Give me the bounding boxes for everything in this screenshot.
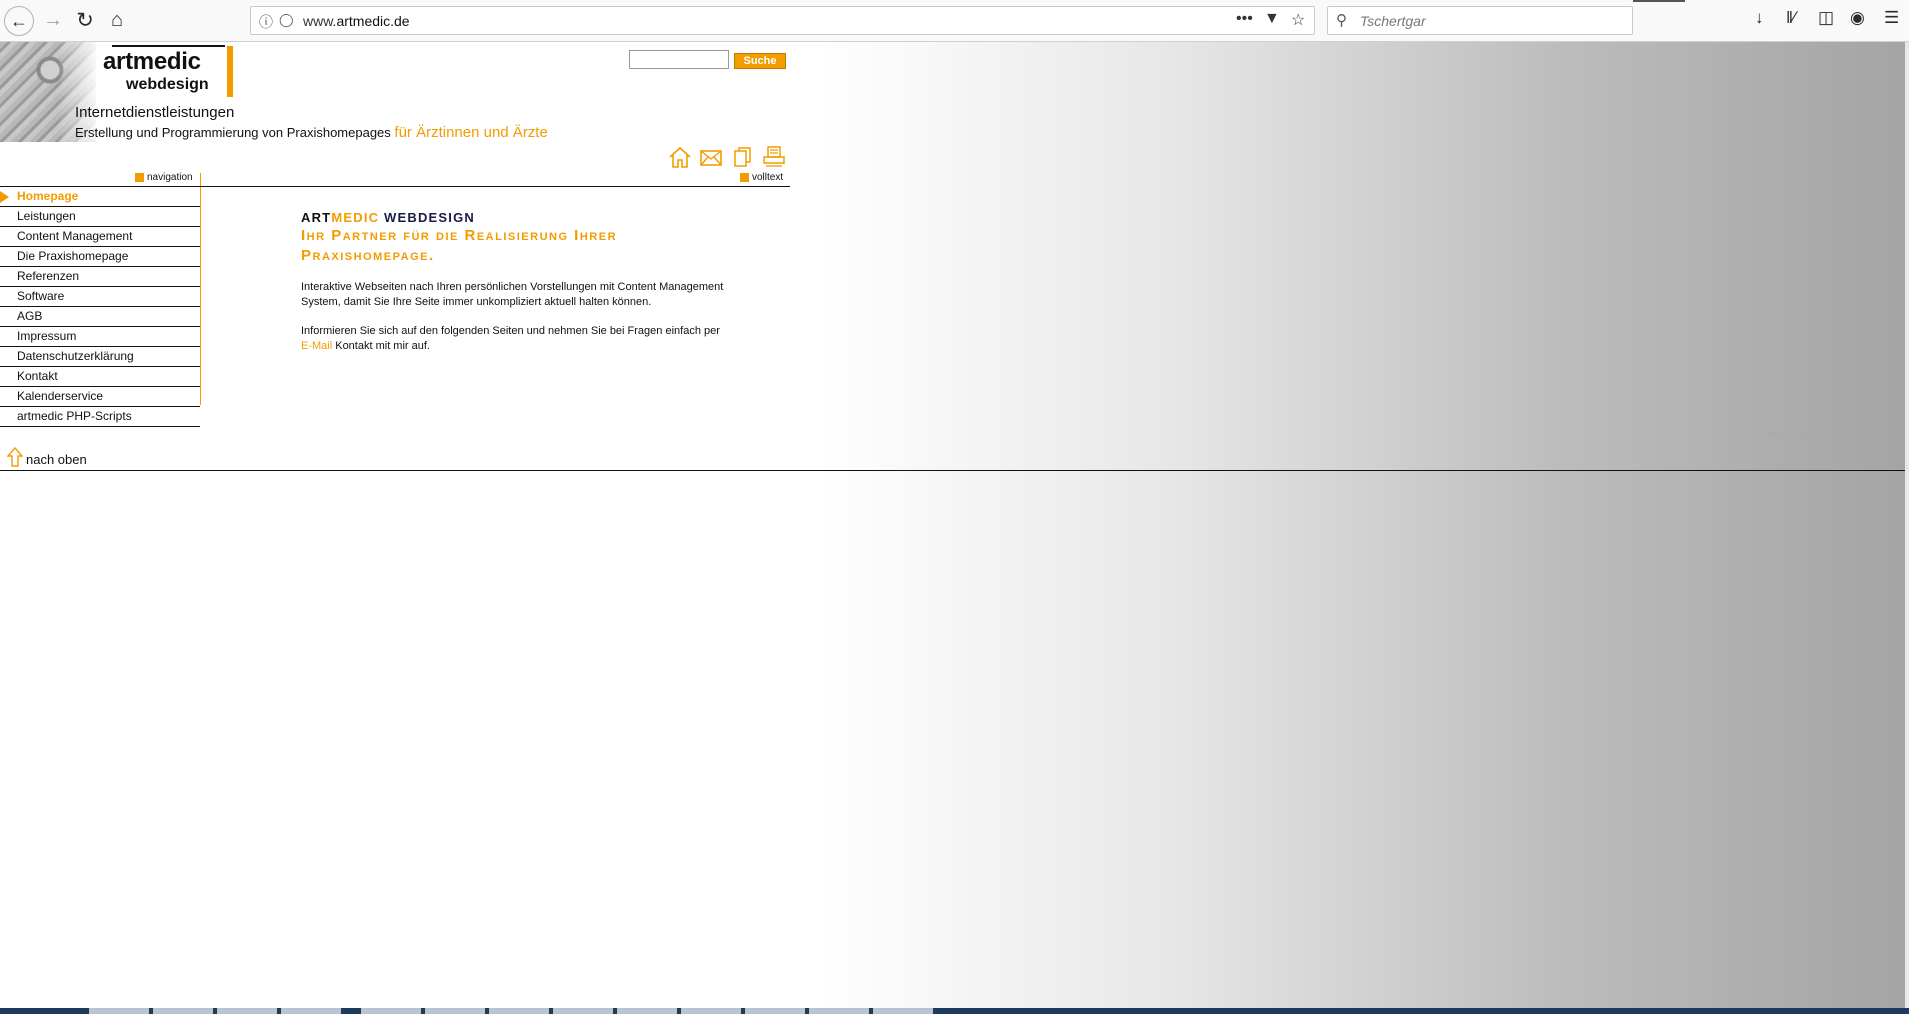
taskbar-button[interactable] xyxy=(872,1008,933,1014)
library-icon[interactable]: ‖∕ xyxy=(1786,8,1796,28)
divider xyxy=(200,173,201,186)
site-search-button[interactable]: Suche xyxy=(734,53,786,69)
taskbar-button[interactable] xyxy=(88,1008,149,1014)
downloads-icon[interactable]: ↓ xyxy=(1755,8,1764,28)
contact-paragraph: Informieren Sie sich auf den folgenden S… xyxy=(301,324,731,354)
navigation-label: navigation xyxy=(147,172,193,183)
nav-item-referenzen[interactable]: Referenzen xyxy=(0,267,200,287)
shield-icon[interactable]: ◯ xyxy=(279,12,294,28)
nav-item-impressum[interactable]: Impressum xyxy=(0,327,200,347)
taskbar-button[interactable] xyxy=(552,1008,613,1014)
pocket-icon[interactable]: ▼ xyxy=(1264,10,1280,28)
content-title: ARTMEDIC WEBDESIGN xyxy=(301,210,731,225)
tab-indicator xyxy=(1633,0,1685,2)
page-viewport: artmedic webdesign Internetdienstleistun… xyxy=(0,42,1905,1008)
pages-icon[interactable] xyxy=(731,145,755,169)
taskbar-button[interactable] xyxy=(488,1008,549,1014)
taskbar-button[interactable] xyxy=(616,1008,677,1014)
contact-text: Informieren Sie sich auf den folgenden S… xyxy=(301,325,720,337)
site-search-input[interactable] xyxy=(629,50,729,69)
forward-icon[interactable]: → xyxy=(38,5,68,35)
footer-rule xyxy=(0,470,1905,471)
url-prefix: www. xyxy=(303,13,337,29)
url-text[interactable]: www.artmedic.de xyxy=(303,13,410,29)
nav-item-datenschutz[interactable]: Datenschutzerklärung xyxy=(0,347,200,367)
taskbar-button[interactable] xyxy=(280,1008,341,1014)
nav-item-kontakt[interactable]: Kontakt xyxy=(0,367,200,387)
navigation-header: navigation xyxy=(135,172,193,183)
browser-toolbar: ← → ↻ ⌂ ⓘ ◯ www.artmedic.de ••• ▼ ☆ ⚲ Ts… xyxy=(0,0,1909,42)
search-icon: ⚲ xyxy=(1336,12,1347,29)
home-icon[interactable] xyxy=(668,145,692,169)
nav-item-agb[interactable]: AGB xyxy=(0,307,200,327)
info-icon[interactable]: ⓘ xyxy=(259,12,273,32)
url-bar[interactable]: ⓘ ◯ www.artmedic.de ••• ▼ ☆ xyxy=(250,6,1315,35)
sidebar-nav: Homepage Leistungen Content Management D… xyxy=(0,187,200,427)
nav-item-software[interactable]: Software xyxy=(0,287,200,307)
cms-credit[interactable]: CMS von artmedic webdesign xyxy=(1762,430,1882,440)
square-icon xyxy=(740,173,749,182)
back-to-top-label[interactable]: nach oben xyxy=(26,452,87,467)
url-host: artmedic.de xyxy=(336,13,410,29)
nav-item-praxishomepage[interactable]: Die Praxishomepage xyxy=(0,247,200,267)
intro-paragraph: Interaktive Webseiten nach Ihren persönl… xyxy=(301,281,724,308)
main-content: ARTMEDIC WEBDESIGN Ihr Partner für die R… xyxy=(301,210,731,354)
arrow-up-icon xyxy=(7,447,23,467)
page-actions-icon[interactable]: ••• xyxy=(1236,10,1253,28)
title-webdesign: WEBDESIGN xyxy=(379,210,476,225)
tagline-main: Erstellung und Programmierung von Praxis… xyxy=(75,125,391,140)
logo-accent-bar xyxy=(227,46,233,97)
taskbar-button[interactable] xyxy=(360,1008,421,1014)
scrollbar[interactable] xyxy=(1905,42,1909,1008)
home-icon[interactable]: ⌂ xyxy=(102,5,132,35)
taskbar-button[interactable] xyxy=(216,1008,277,1014)
menu-icon[interactable]: ☰ xyxy=(1884,8,1899,28)
sidebar-divider xyxy=(200,187,201,405)
contact-text-end: Kontakt mit mir auf. xyxy=(332,340,430,352)
extension-icon[interactable]: ◉ xyxy=(1850,8,1865,28)
logo-webdesign[interactable]: webdesign xyxy=(126,76,209,94)
volltext-label[interactable]: volltext xyxy=(752,172,783,183)
bookmark-star-icon[interactable]: ☆ xyxy=(1291,10,1305,30)
browser-search-bar[interactable]: ⚲ Tschertgar xyxy=(1327,6,1633,35)
taskbar-button[interactable] xyxy=(680,1008,741,1014)
taskbar-button[interactable] xyxy=(808,1008,869,1014)
title-medic: MEDIC xyxy=(331,210,380,225)
taskbar-button[interactable] xyxy=(424,1008,485,1014)
sidebar-icon[interactable]: ◫ xyxy=(1818,8,1834,28)
tagline-accent: für Ärztinnen und Ärzte xyxy=(394,124,548,141)
title-art: ART xyxy=(301,210,332,225)
print-icon[interactable] xyxy=(762,145,786,169)
volltext-header[interactable]: volltext xyxy=(740,172,783,183)
logo-artmedic[interactable]: artmedic xyxy=(103,48,201,76)
nav-item-leistungen[interactable]: Leistungen xyxy=(0,207,200,227)
tagline-services: Internetdienstleistungen xyxy=(75,104,235,121)
email-link[interactable]: E-Mail xyxy=(301,340,332,352)
mail-icon[interactable] xyxy=(699,145,723,169)
taskbar-button[interactable] xyxy=(744,1008,805,1014)
content-subtitle: Ihr Partner für die Realisierung Ihrer P… xyxy=(301,227,618,264)
square-icon xyxy=(135,173,144,182)
nav-item-php-scripts[interactable]: artmedic PHP-Scripts xyxy=(0,407,200,427)
search-placeholder: Tschertgar xyxy=(1360,13,1426,29)
logo-rule xyxy=(112,45,225,47)
reload-icon[interactable]: ↻ xyxy=(70,5,100,35)
divider xyxy=(200,186,790,187)
nav-item-content-management[interactable]: Content Management xyxy=(0,227,200,247)
taskbar-button[interactable] xyxy=(152,1008,213,1014)
nav-item-homepage[interactable]: Homepage xyxy=(0,187,200,207)
tagline-description: Erstellung und Programmierung von Praxis… xyxy=(75,124,548,141)
back-icon[interactable]: ← xyxy=(4,6,34,36)
back-to-top-link[interactable]: nach oben xyxy=(7,447,87,467)
nav-item-kalenderservice[interactable]: Kalenderservice xyxy=(0,387,200,407)
